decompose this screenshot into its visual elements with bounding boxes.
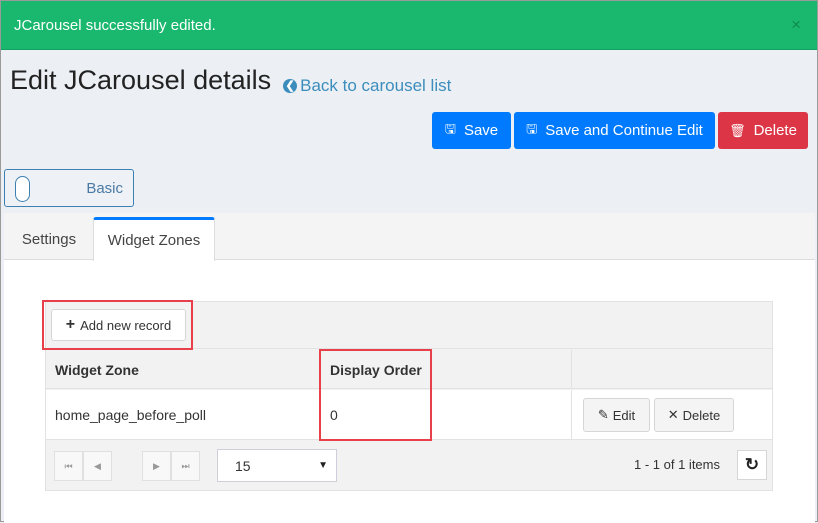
floppy-disk-icon: 🖫 (526, 120, 538, 136)
plus-icon: + (65, 316, 76, 333)
tab-widget-zones[interactable]: Widget Zones (93, 217, 215, 261)
widget-zones-grid: + Add new record Widget Zone Display Ord… (45, 301, 773, 491)
add-label: Add new record (80, 317, 172, 333)
column-header-display-order[interactable]: Display Order (321, 350, 572, 389)
pencil-icon: ✎ (597, 407, 609, 422)
column-header-actions (572, 350, 772, 389)
toggle-label: Basic (86, 180, 123, 197)
save-button[interactable]: 🖫 Save (432, 112, 511, 149)
success-alert: JCarousel successfully edited. × (1, 1, 817, 50)
floppy-disk-icon: 🖫 (444, 120, 456, 136)
first-page-icon[interactable]: ⏮ (54, 451, 83, 481)
back-link-label: Back to carousel list (300, 75, 452, 95)
edit-label: Edit (612, 407, 636, 423)
previous-page-icon[interactable]: ◀ (83, 451, 112, 481)
cell-actions: ✎ Edit ✕ Delete (572, 390, 772, 440)
page-header: Edit JCarousel details ❮ Back to carouse… (10, 65, 451, 96)
page-size-select[interactable]: 15 ▼ (217, 449, 337, 482)
caret-down-icon: ▼ (318, 460, 328, 471)
grid-toolbar: + Add new record (46, 302, 772, 349)
x-icon: ✕ (667, 407, 679, 422)
alert-message: JCarousel successfully edited. (14, 16, 216, 34)
cell-widget-zone: home_page_before_poll (46, 390, 321, 440)
page-title: Edit JCarousel details (10, 65, 272, 95)
add-new-record-button[interactable]: + Add new record (51, 309, 186, 341)
refresh-icon[interactable]: ↻ (737, 450, 767, 480)
back-to-list-link[interactable]: ❮ Back to carousel list (283, 76, 451, 96)
tab-settings[interactable]: Settings (6, 217, 92, 261)
row-delete-button[interactable]: ✕ Delete (654, 398, 734, 432)
table-row: home_page_before_poll 0 ✎ Edit ✕ Delete (46, 390, 772, 440)
tab-bar: Settings Widget Zones (4, 213, 815, 261)
grid-header: Widget Zone Display Order (46, 350, 772, 389)
delete-label: Delete (753, 122, 797, 139)
delete-button[interactable]: 🗑 Delete (718, 112, 808, 149)
tab-card: Settings Widget Zones + Add new record W… (4, 213, 815, 523)
last-page-icon[interactable]: ⏭ (171, 451, 200, 481)
grid-pager: ⏮ ◀ ▶ ⏭ 15 ▼ 1 - 1 of 1 items ↻ (46, 441, 772, 490)
save-continue-label: Save and Continue Edit (545, 122, 703, 139)
next-page-icon[interactable]: ▶ (142, 451, 171, 481)
save-label: Save (463, 122, 499, 139)
row-edit-button[interactable]: ✎ Edit (583, 398, 650, 432)
toggle-knob[interactable] (15, 176, 30, 202)
row-delete-label: Delete (682, 407, 721, 423)
page-size-value: 15 (235, 457, 251, 474)
arrow-circle-left-icon: ❮ (283, 78, 298, 93)
close-icon[interactable]: × (791, 15, 801, 35)
basic-advanced-toggle[interactable]: Basic (4, 169, 134, 207)
pager-info: 1 - 1 of 1 items (634, 457, 720, 472)
save-and-continue-button[interactable]: 🖫 Save and Continue Edit (514, 112, 715, 149)
cell-display-order: 0 (321, 390, 572, 440)
column-header-widget-zone[interactable]: Widget Zone (46, 350, 321, 389)
trash-icon: 🗑 (729, 122, 746, 138)
